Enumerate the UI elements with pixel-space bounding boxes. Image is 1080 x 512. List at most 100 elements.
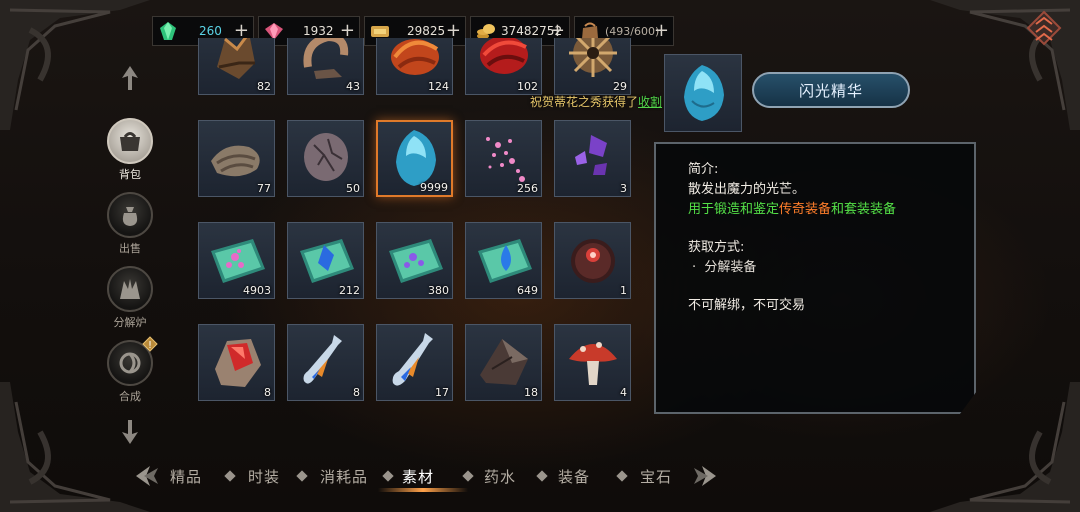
item-description-panel: 简介: 散发出魔力的光芒。 用于锻造和鉴定传奇装备和套装装备 获取方式: · 分… bbox=[654, 142, 976, 414]
item-count: 18 bbox=[524, 386, 538, 399]
violet-powder-plate-icon bbox=[389, 239, 443, 283]
game-background: 260 + 1932 + 29825 + 37482752 + (493/600… bbox=[0, 0, 1080, 512]
item-count: 1 bbox=[620, 284, 627, 297]
category-tab-2[interactable]: 消耗品 bbox=[320, 466, 368, 487]
inventory-slot-red-fur[interactable]: 102 bbox=[465, 38, 542, 95]
inventory-slot-potion-vial-small[interactable]: 8 bbox=[287, 324, 364, 401]
notice-link[interactable]: 收割 bbox=[638, 95, 662, 109]
inventory-slot-pink-powder-plate[interactable]: 4903 bbox=[198, 222, 275, 299]
system-notice: 祝贺蒂花之秀获得了收割 bbox=[530, 93, 662, 110]
menu-toggle-icon[interactable] bbox=[1024, 10, 1064, 46]
item-count: 4 bbox=[620, 386, 627, 399]
item-count: 43 bbox=[346, 80, 360, 93]
nav-down-arrow-icon[interactable] bbox=[120, 418, 140, 446]
expand-bag-button[interactable]: + bbox=[654, 20, 669, 42]
item-name-plate: 闪光精华 bbox=[752, 72, 910, 108]
item-count: 17 bbox=[435, 386, 449, 399]
dark-rock-slab-icon bbox=[480, 339, 528, 385]
inventory-slot-spiked-shield-shard[interactable]: 29 bbox=[554, 38, 631, 95]
tab-separator bbox=[296, 470, 308, 482]
blue-drop-plate-icon bbox=[478, 239, 532, 283]
source-item: · 分解装备 bbox=[692, 260, 757, 275]
pink-powder-plate-icon bbox=[211, 239, 265, 283]
inventory-slot-brown-spiky-ore[interactable]: 82 bbox=[198, 38, 275, 95]
tab-separator bbox=[616, 470, 628, 482]
inventory-slot-red-ruby-ore[interactable]: 8 bbox=[198, 324, 275, 401]
intro-line: 散发出魔力的光芒。 bbox=[688, 182, 806, 197]
item-count: 9999 bbox=[420, 181, 448, 194]
inventory-slot-violet-powder-plate[interactable]: 380 bbox=[376, 222, 453, 299]
tab-next-arrow-icon[interactable] bbox=[692, 464, 718, 488]
item-count: 4903 bbox=[243, 284, 271, 297]
wrapped-cloth-icon bbox=[211, 145, 260, 177]
red-eye-orb-icon bbox=[571, 239, 615, 283]
backpack-icon bbox=[107, 118, 153, 164]
side-tab-label: 分解炉 bbox=[113, 316, 147, 329]
red-ruby-ore-icon bbox=[215, 339, 261, 387]
inventory-slot-red-eye-orb[interactable]: 1 bbox=[554, 222, 631, 299]
inventory-slot-orange-fur[interactable]: 124 bbox=[376, 38, 453, 95]
selected-item-icon bbox=[664, 54, 742, 132]
blue-crystal-plate-icon bbox=[300, 239, 354, 283]
inventory-slot-dark-rock-slab[interactable]: 18 bbox=[465, 324, 542, 401]
bind-note: 不可解绑，不可交易 bbox=[688, 298, 806, 313]
item-count: 102 bbox=[517, 80, 538, 93]
pink-sparkle-dust-icon bbox=[486, 137, 525, 182]
inventory-slot-pink-sparkle-dust[interactable]: 256 bbox=[465, 120, 542, 197]
item-count: 3 bbox=[620, 182, 627, 195]
side-tab-label: 出售 bbox=[119, 242, 141, 255]
inventory-slot-purple-crystal-shards[interactable]: 3 bbox=[554, 120, 631, 197]
inventory-slot-cracked-egg-stone[interactable]: 50 bbox=[287, 120, 364, 197]
item-count: 212 bbox=[339, 284, 360, 297]
bag-capacity: (493/600) bbox=[605, 24, 660, 38]
category-tab-1[interactable]: 时装 bbox=[248, 466, 280, 487]
usage-line: 用于锻造和鉴定传奇装备和套装装备 bbox=[688, 202, 897, 217]
item-count: 649 bbox=[517, 284, 538, 297]
item-count: 82 bbox=[257, 80, 271, 93]
side-tab-furnace[interactable]: 分解炉 bbox=[106, 266, 154, 330]
tab-separator bbox=[536, 470, 548, 482]
category-tab-4[interactable]: 药水 bbox=[484, 466, 516, 487]
potion-vial-icon bbox=[392, 333, 433, 386]
side-tab-label: 背包 bbox=[119, 168, 141, 181]
tab-prev-arrow-icon[interactable] bbox=[134, 464, 160, 488]
intro-heading: 简介: bbox=[688, 162, 719, 177]
item-count: 29 bbox=[613, 80, 627, 93]
category-tab-0[interactable]: 精品 bbox=[170, 466, 202, 487]
inventory-slot-blue-crystal-plate[interactable]: 212 bbox=[287, 222, 364, 299]
notice-text: 祝贺蒂花之秀获得了 bbox=[530, 95, 639, 109]
furnace-icon bbox=[107, 266, 153, 312]
category-tab-5[interactable]: 装备 bbox=[558, 466, 590, 487]
tab-separator bbox=[462, 470, 474, 482]
alert-badge-text: ! bbox=[148, 340, 152, 351]
category-tabs: 精品 时装 消耗品 素材 药水 装备 宝石 bbox=[134, 462, 718, 492]
potion-vial-small-icon bbox=[303, 335, 342, 384]
inventory-slot-red-mushroom[interactable]: 4 bbox=[554, 324, 631, 401]
side-tab-backpack[interactable]: 背包 bbox=[106, 118, 154, 182]
category-tab-3[interactable]: 素材 bbox=[402, 466, 434, 487]
blue-gem-shard-icon bbox=[684, 65, 724, 121]
ticket-amount: 29825 bbox=[407, 24, 446, 38]
inventory-slot-wrapped-cloth[interactable]: 77 bbox=[198, 120, 275, 197]
side-tab-synthesis[interactable]: ! 合成 bbox=[106, 336, 158, 404]
green-gem-icon bbox=[160, 22, 176, 40]
nav-up-arrow-icon[interactable] bbox=[120, 64, 140, 92]
side-tab-sell[interactable]: 出售 bbox=[106, 192, 154, 256]
jade-amount: 260 bbox=[199, 24, 222, 38]
cracked-egg-stone-icon bbox=[304, 133, 348, 181]
category-tab-6[interactable]: 宝石 bbox=[640, 466, 672, 487]
item-count: 77 bbox=[257, 182, 271, 195]
inventory-slot-blue-drop-plate[interactable]: 649 bbox=[465, 222, 542, 299]
active-tab-glow bbox=[378, 488, 468, 492]
item-count: 8 bbox=[264, 386, 271, 399]
inventory-slot-potion-vial[interactable]: 17 bbox=[376, 324, 453, 401]
red-mushroom-icon bbox=[569, 342, 617, 385]
inventory-slot-blue-gem-shard[interactable]: 9999 bbox=[376, 120, 453, 197]
inventory-slot-bone-claw[interactable]: 43 bbox=[287, 38, 364, 95]
item-count: 380 bbox=[428, 284, 449, 297]
money-bag-icon bbox=[107, 192, 153, 238]
tab-separator bbox=[382, 470, 394, 482]
source-heading: 获取方式: bbox=[688, 240, 745, 255]
item-count: 124 bbox=[428, 80, 449, 93]
ruby-amount: 1932 bbox=[303, 24, 334, 38]
